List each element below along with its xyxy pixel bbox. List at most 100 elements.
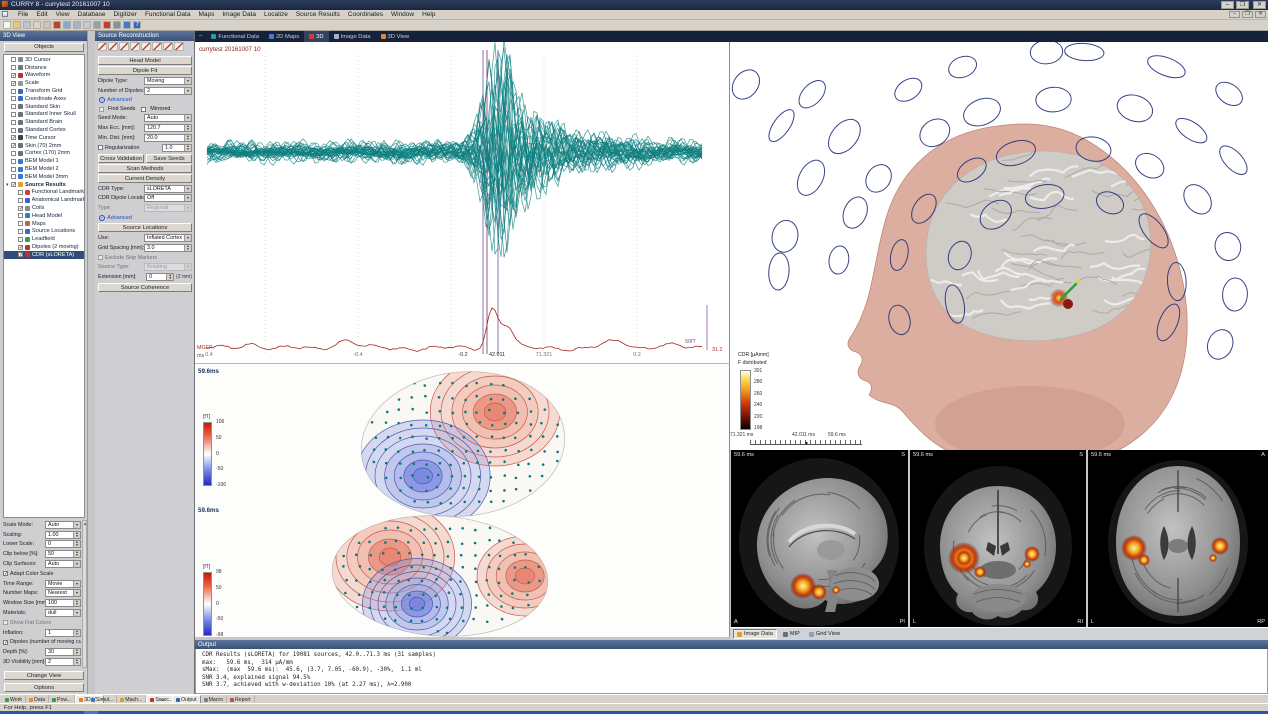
- adapt-color-scale-checkbox[interactable]: Adapt Color Scale: [2, 569, 82, 579]
- max-ecc-mm-spinner[interactable]: 120.7▲▼: [144, 124, 192, 132]
- advanced-toggle[interactable]: ⌃Advanced: [97, 213, 193, 222]
- tree-item[interactable]: Standard Inner Skull: [4, 111, 84, 119]
- topographic-maps-panel[interactable]: 59.6ms 59.6ms [fT] 106500-50-106 [fT] 98…: [195, 363, 730, 637]
- source-coherence-button[interactable]: Source Coherence: [98, 283, 192, 292]
- menu-item[interactable]: Coordinates: [344, 10, 387, 20]
- show-flat-colors-checkbox[interactable]: Show Flat Colors: [2, 618, 82, 628]
- tree-item[interactable]: Standard Skin: [4, 103, 84, 111]
- tree-item[interactable]: Leadfield: [4, 235, 84, 243]
- head-model-3d-view[interactable]: CDR [µAmm] F distributed 301280260240220…: [730, 42, 1268, 450]
- image-toolbar-tab[interactable]: MIP: [780, 630, 803, 638]
- tree-item[interactable]: Dipoles (2 moving): [4, 243, 84, 251]
- type-select[interactable]: Regional▾: [144, 204, 192, 212]
- child-restore-icon[interactable]: ❐: [1242, 11, 1253, 18]
- timeline-cursor-icon[interactable]: ▼: [804, 441, 809, 447]
- mri-axial-view[interactable]: 59.6 ms A L RP: [1088, 450, 1268, 627]
- mri-sagittal-view[interactable]: 59.6 ms S A PI: [731, 450, 908, 627]
- head-model-button[interactable]: Head Model: [98, 56, 192, 65]
- toolbar-icon[interactable]: [13, 21, 21, 29]
- toolbar-icon[interactable]: [3, 21, 11, 29]
- menu-item[interactable]: Digitizer: [109, 10, 140, 20]
- cdr-dipole-location-select[interactable]: Off▾: [144, 194, 192, 202]
- visibility-checkbox[interactable]: [11, 89, 16, 94]
- settings-scrollbar[interactable]: ▲: [82, 520, 87, 668]
- toolbar-icon[interactable]: [33, 21, 41, 29]
- visibility-checkbox[interactable]: [11, 143, 16, 148]
- toolbar-icon[interactable]: [113, 21, 121, 29]
- extension-mm-spinner[interactable]: 0▲▼: [146, 273, 174, 281]
- child-minimize-icon[interactable]: –: [1229, 11, 1240, 18]
- visibility-checkbox[interactable]: [18, 237, 23, 242]
- regularization-spinner[interactable]: 1.0▲▼: [162, 144, 192, 152]
- minimize-icon[interactable]: –: [1221, 1, 1234, 9]
- toolbar-icon[interactable]: [93, 21, 101, 29]
- options-button[interactable]: Options: [4, 683, 84, 692]
- visibility-checkbox[interactable]: [18, 206, 23, 211]
- tree-item[interactable]: BEM Model 2: [4, 165, 84, 173]
- close-icon[interactable]: ✕: [1253, 1, 1266, 9]
- regularization-checkbox[interactable]: [98, 145, 103, 150]
- tree-item[interactable]: Coils: [4, 204, 84, 212]
- 3d-visibility-mm-spinner[interactable]: 2▲▼: [45, 658, 81, 666]
- visibility-checkbox[interactable]: [18, 229, 23, 234]
- tree-item[interactable]: Transform Grid: [4, 87, 84, 95]
- tree-item[interactable]: Maps: [4, 220, 84, 228]
- time-range-select[interactable]: Movie▾: [45, 580, 81, 588]
- save-seeds-button[interactable]: Save Seeds: [146, 154, 192, 163]
- toolbar-icon[interactable]: [103, 21, 111, 29]
- cdr-type-select[interactable]: sLORETA▾: [144, 185, 192, 193]
- visibility-checkbox[interactable]: [18, 221, 23, 226]
- min-dist-mm-spinner[interactable]: 20.0▲▼: [144, 134, 192, 142]
- toolbar-icon[interactable]: [43, 21, 51, 29]
- scale-mode-select[interactable]: Auto▾: [45, 521, 81, 529]
- toolbar-icon[interactable]: ?: [133, 21, 141, 29]
- tree-item[interactable]: Source Locations: [4, 228, 84, 236]
- tree-item[interactable]: Time Cursor: [4, 134, 84, 142]
- menu-item[interactable]: Window: [387, 10, 418, 20]
- menu-item[interactable]: File: [14, 10, 32, 20]
- exclude-skip-markers-checkbox[interactable]: Exclude Skip Markers: [97, 253, 193, 263]
- depth-spinner[interactable]: 30▲▼: [45, 648, 81, 656]
- tree-item[interactable]: Scale: [4, 79, 84, 87]
- visibility-checkbox[interactable]: [11, 167, 16, 172]
- tree-item[interactable]: BEM Model 3mm: [4, 173, 84, 181]
- view-tab[interactable]: 3D View: [376, 31, 414, 42]
- panel-splitter[interactable]: [88, 31, 95, 694]
- visibility-checkbox[interactable]: [11, 65, 16, 70]
- source-locations-button[interactable]: Source Locations: [98, 223, 192, 232]
- use-select[interactable]: Inflated Cortex▾: [144, 234, 192, 242]
- image-toolbar-tab[interactable]: Grid View: [806, 630, 843, 638]
- toolbar-icon[interactable]: [73, 21, 81, 29]
- number-of-dipoles-select[interactable]: 2▾: [144, 87, 192, 95]
- visibility-checkbox[interactable]: [11, 174, 16, 179]
- lower-scale-spinner[interactable]: 0▲▼: [45, 540, 81, 548]
- image-toolbar-tab[interactable]: Image Data: [733, 629, 777, 639]
- toolbar-icon[interactable]: [123, 21, 131, 29]
- waveform-panel[interactable]: currytest 20161007 10 MGFP ms -0.4-0.242…: [195, 42, 730, 363]
- tree-item[interactable]: Standard Cortex: [4, 126, 84, 134]
- visibility-checkbox[interactable]: [11, 120, 16, 125]
- restore-icon[interactable]: ❐: [1236, 1, 1249, 9]
- source-type-select[interactable]: Rotating▾: [144, 263, 192, 271]
- visibility-checkbox[interactable]: [18, 213, 23, 218]
- dipole-move-icon[interactable]: [130, 42, 140, 51]
- dipole-fit-icon[interactable]: [97, 42, 107, 51]
- dipole-fit-button[interactable]: Dipole Fit: [98, 66, 192, 75]
- menu-item[interactable]: Source Results: [292, 10, 344, 20]
- visibility-checkbox[interactable]: [18, 252, 23, 257]
- tree-item[interactable]: Cortex (170) 2mm: [4, 150, 84, 158]
- visibility-checkbox[interactable]: [18, 198, 23, 203]
- visibility-checkbox[interactable]: [11, 128, 16, 133]
- visibility-checkbox[interactable]: [11, 104, 16, 109]
- tree-item[interactable]: Waveform: [4, 72, 84, 80]
- output-console[interactable]: CDR Results (sLORETA) for 19081 sources,…: [195, 649, 1268, 694]
- visibility-checkbox[interactable]: [11, 159, 16, 164]
- number-maps-select[interactable]: Nearest▾: [45, 589, 81, 597]
- visibility-checkbox[interactable]: [11, 57, 16, 62]
- cdr-icon[interactable]: [163, 42, 173, 51]
- menu-item[interactable]: Maps: [194, 10, 218, 20]
- tree-item[interactable]: Distance: [4, 64, 84, 72]
- view-tab[interactable]: Functional Data: [206, 31, 264, 42]
- menu-item[interactable]: Functional Data: [141, 10, 195, 20]
- tree-item[interactable]: Source Results: [4, 181, 84, 189]
